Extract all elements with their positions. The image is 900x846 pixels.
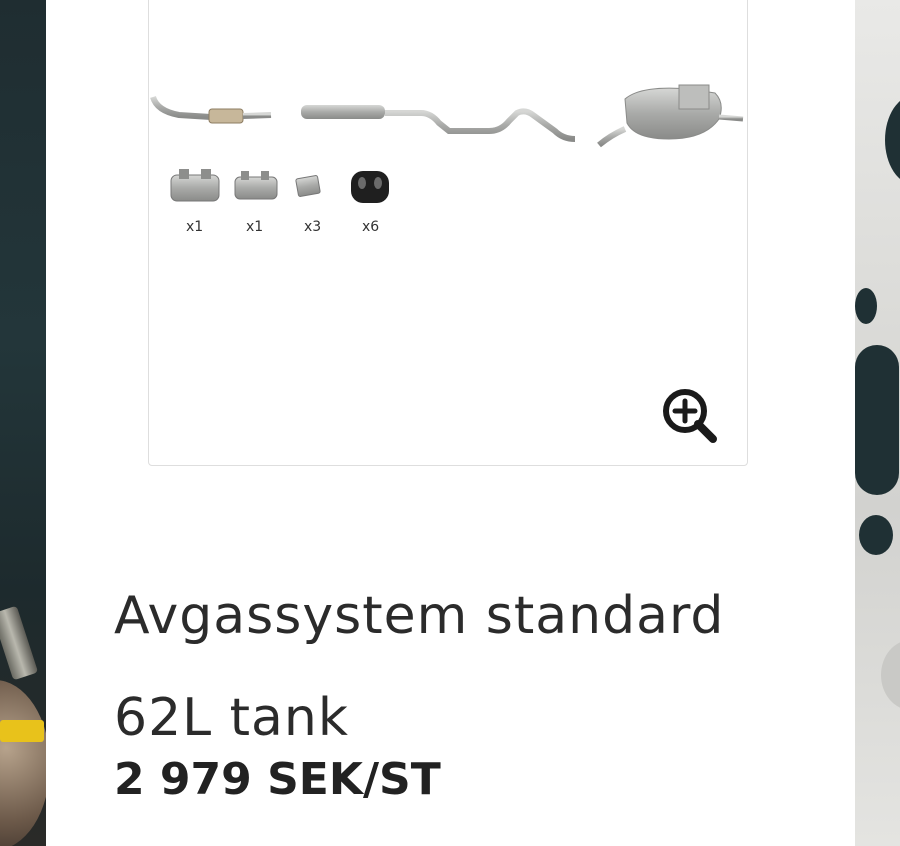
yellow-part-decoration [0, 720, 44, 742]
background-left [0, 0, 46, 846]
product-panel: x1 x1 x3 x6 Avgassystem standard 62L tan… [46, 0, 855, 846]
part-quantity-label: x3 [304, 219, 322, 235]
rubber-hanger-icon [351, 171, 389, 203]
plate-hole [859, 515, 893, 555]
product-title-line2: 62L tank [114, 688, 349, 748]
plate-hole [855, 345, 899, 495]
part-quantity-label: x1 [246, 219, 264, 235]
part-quantity-label: x6 [362, 219, 380, 235]
product-image-card[interactable]: x1 x1 x3 x6 [148, 0, 748, 466]
plate-hole [881, 640, 900, 710]
clamp-icon [170, 169, 220, 202]
zoom-in-icon [663, 389, 717, 443]
bolt-decoration [0, 605, 39, 681]
part-quantity-label: x1 [186, 219, 204, 235]
clamp-icon [234, 171, 278, 200]
product-title: Avgassystem standard 62L tank [114, 565, 834, 769]
disc-decoration [0, 680, 46, 846]
background-right [855, 0, 900, 846]
bracket-icon [295, 175, 321, 197]
plate-hole [885, 95, 900, 185]
zoom-in-button[interactable] [661, 387, 719, 445]
plate-hole [855, 288, 877, 324]
product-title-line1: Avgassystem standard [114, 586, 725, 646]
product-price: 2 979 SEK/ST [114, 754, 441, 805]
exhaust-system-image[interactable] [149, 71, 749, 251]
